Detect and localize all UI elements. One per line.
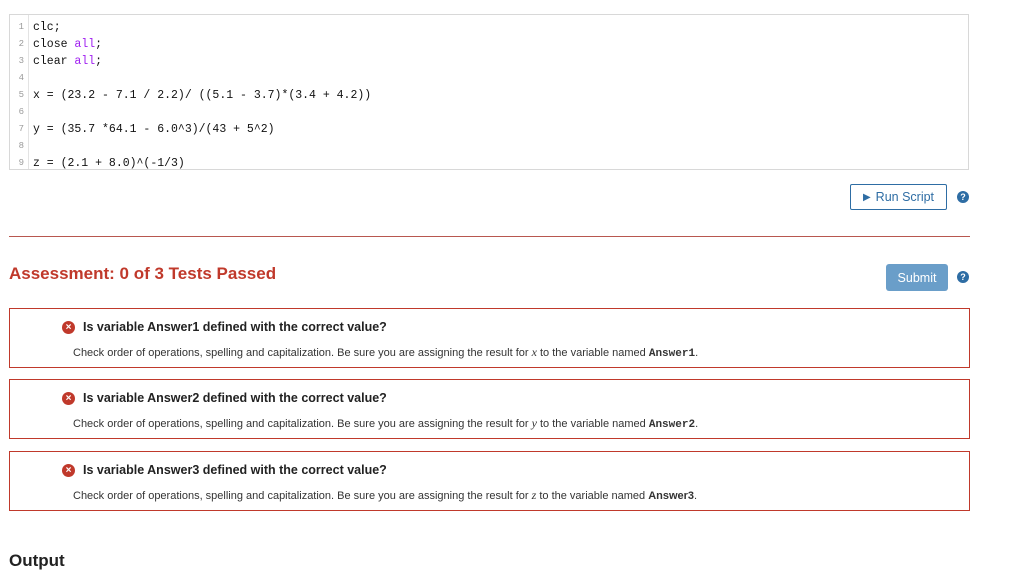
assessment-title: Assessment: 0 of 3 Tests Passed [9,264,277,283]
submit-label: Submit [897,270,937,285]
submit-button[interactable]: Submit [886,264,948,291]
line-number: 5 [18,90,24,100]
test-message: Check order of operations, spelling and … [73,416,699,431]
test-message: Check order of operations, spelling and … [73,345,699,360]
code-line[interactable]: 8 [10,138,968,155]
test-title: Is variable Answer1 defined with the cor… [83,320,387,334]
output-heading: Output [9,551,65,570]
code-line[interactable]: 2 close all; [10,36,968,53]
variable-name: Answer2 [648,419,696,431]
code-line[interactable]: 5 x = (23.2 - 7.1 / 2.2)/ ((5.1 - 3.7)*(… [10,87,968,104]
run-script-label: Run Script [875,190,935,204]
section-divider [9,236,970,237]
code-line[interactable]: 1 clc; [10,19,968,36]
help-icon[interactable]: ? [957,191,969,203]
code-text: clc; [33,21,61,34]
variable-name: Answer3 [648,490,695,502]
test-title: Is variable Answer2 defined with the cor… [83,391,387,405]
line-number: 7 [18,124,24,134]
code-line[interactable]: 4 [10,70,968,87]
test-result-card: × Is variable Answer3 defined with the c… [9,451,970,511]
code-line[interactable]: 9 z = (2.1 + 8.0)^(-1/3) [10,155,968,172]
line-number: 1 [18,22,24,32]
code-line[interactable]: 3 clear all; [10,53,968,70]
test-message: Check order of operations, spelling and … [73,488,698,502]
x-circle-icon: × [62,464,75,477]
help-icon[interactable]: ? [957,271,969,283]
code-text: x = (23.2 - 7.1 / 2.2)/ ((5.1 - 3.7)*(3.… [33,89,372,102]
play-icon: ▶ [862,191,871,203]
code-text: y = (35.7 *64.1 - 6.0^3)/(43 + 5^2) [33,123,275,136]
x-circle-icon: × [62,392,75,405]
line-number: 8 [18,141,24,151]
test-result-card: × Is variable Answer2 defined with the c… [9,379,970,439]
code-text: clear all; [33,55,103,68]
code-text: z = (2.1 + 8.0)^(-1/3) [33,157,185,170]
code-editor[interactable]: 1 clc; 2 close all; 3 clear all; 4 5 x =… [9,14,969,170]
keyword-token: all [74,38,96,51]
keyword-token: all [74,55,96,68]
x-circle-icon: × [62,321,75,334]
line-number: 3 [18,56,24,66]
line-number: 9 [18,158,24,168]
line-number: 2 [18,39,24,49]
code-line[interactable]: 7 y = (35.7 *64.1 - 6.0^3)/(43 + 5^2) [10,121,968,138]
variable-name: Answer1 [648,348,696,360]
test-result-card: × Is variable Answer1 defined with the c… [9,308,970,368]
test-title: Is variable Answer3 defined with the cor… [83,463,387,477]
run-script-button[interactable]: ▶ Run Script [850,184,947,210]
code-line[interactable]: 6 [10,104,968,121]
line-number: 6 [18,107,24,117]
line-number: 4 [18,73,24,83]
code-text: close all; [33,38,103,51]
